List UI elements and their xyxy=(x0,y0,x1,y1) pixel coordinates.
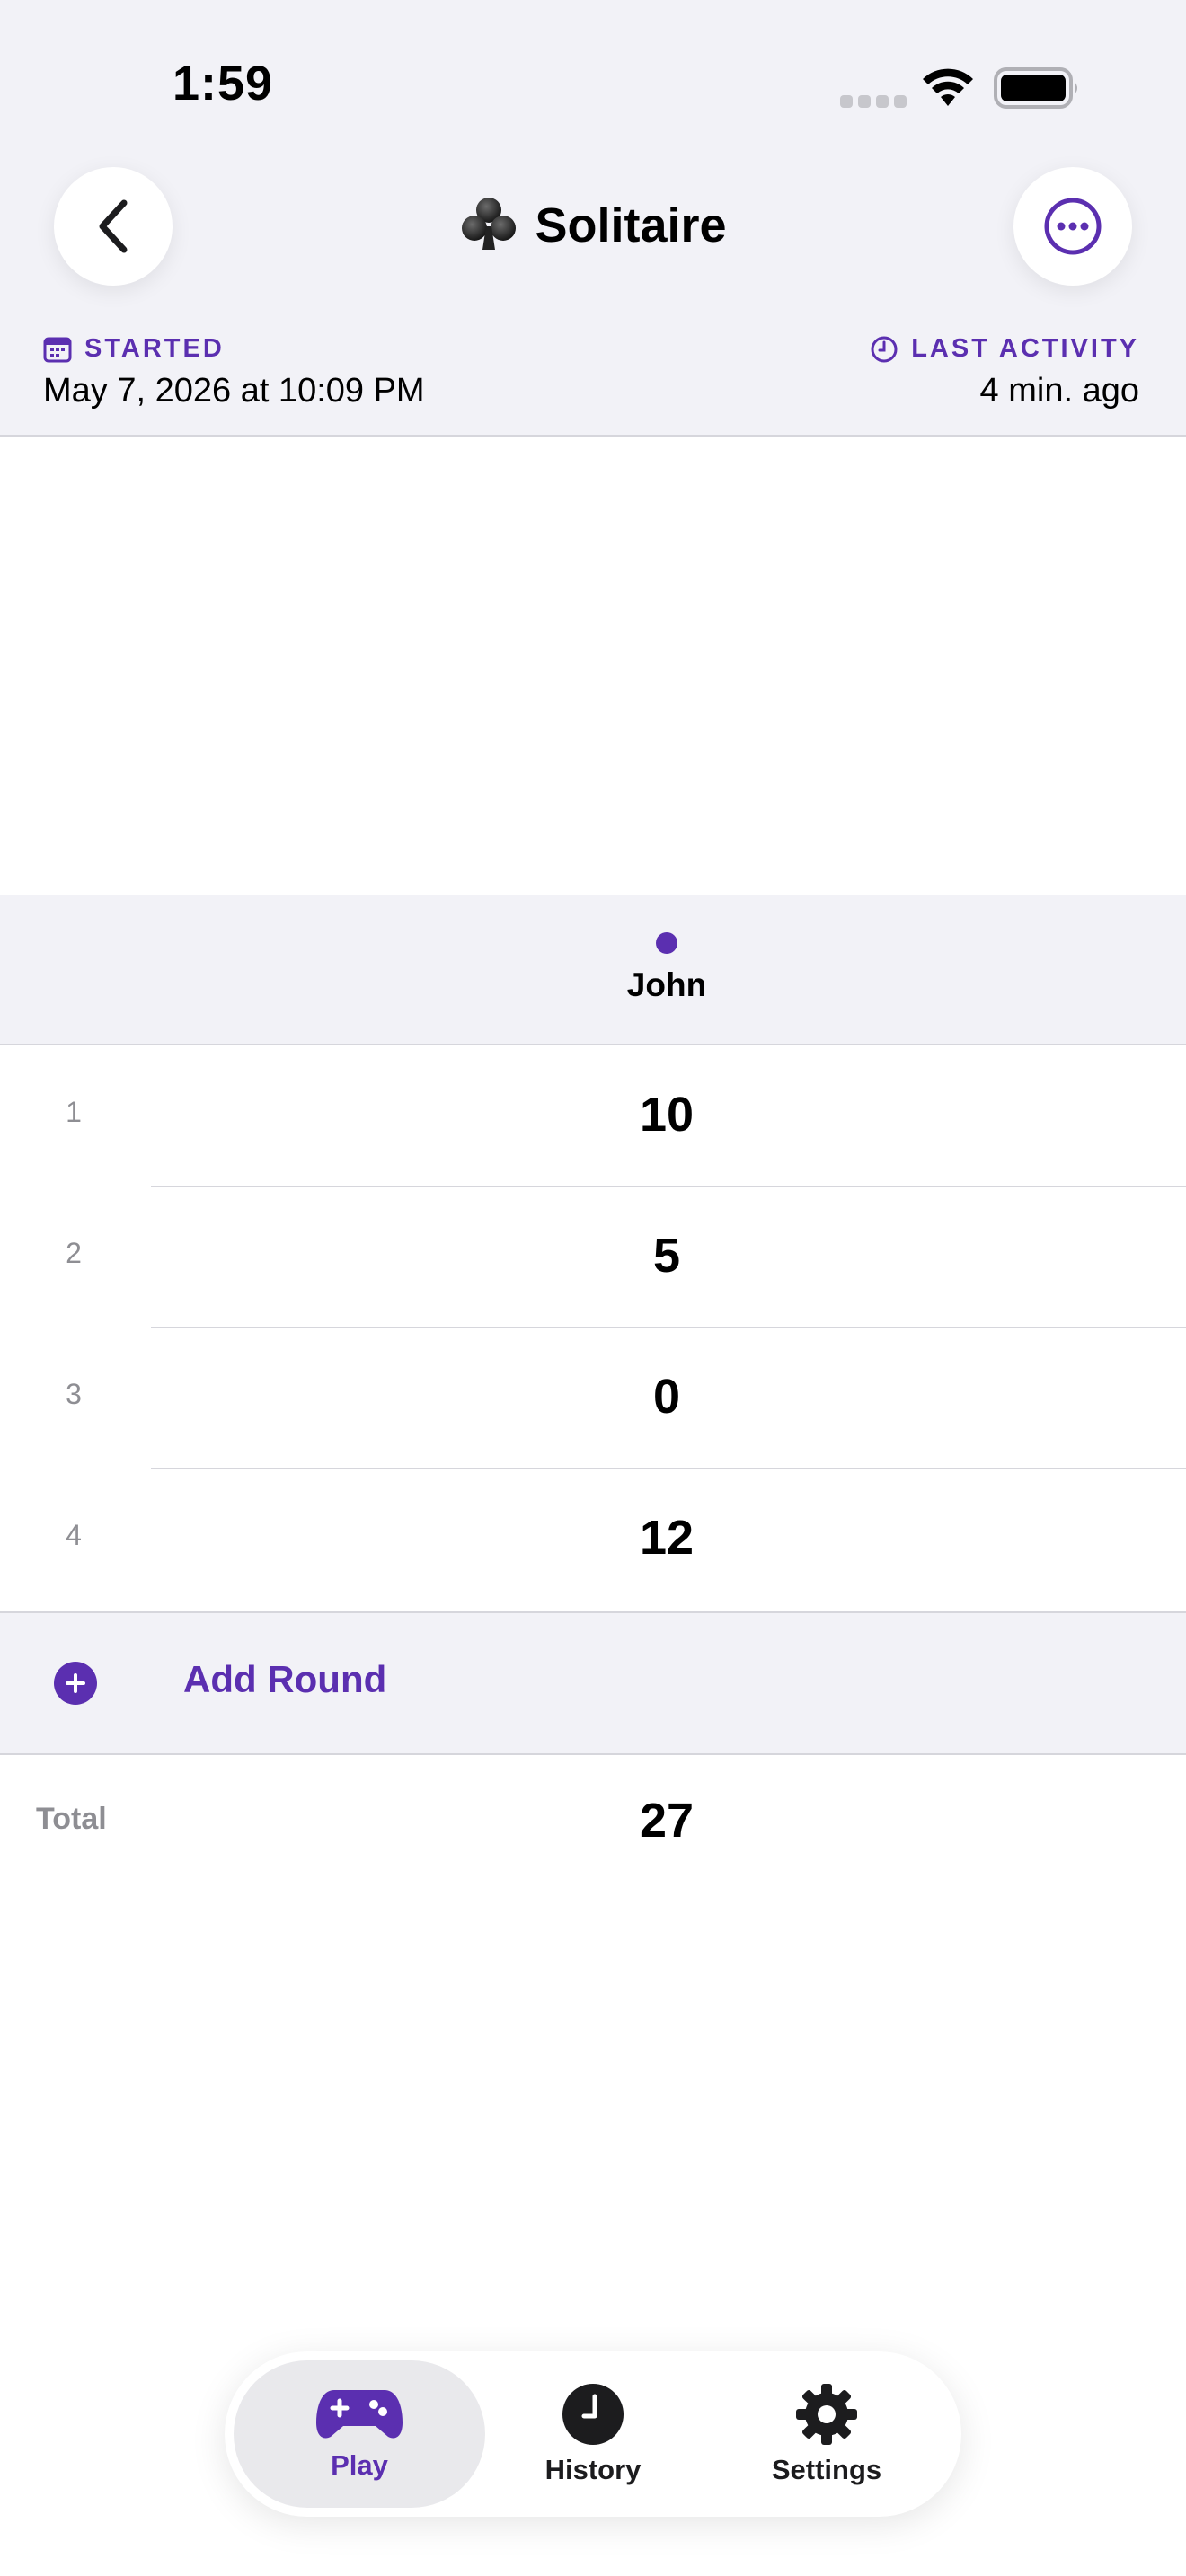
more-options-button[interactable] xyxy=(1013,167,1132,286)
add-round-button[interactable]: Add Round xyxy=(0,1611,1186,1755)
total-value: 27 xyxy=(639,1794,695,1848)
tab-bar: Play History Settings xyxy=(225,2351,961,2517)
round-score[interactable]: 5 xyxy=(577,1228,757,1284)
round-row[interactable]: 3 0 xyxy=(0,1328,1186,1468)
player-name[interactable]: John xyxy=(577,966,757,1004)
last-activity-value: 4 min. ago xyxy=(979,372,1139,410)
round-row[interactable]: 1 10 xyxy=(0,1045,1186,1186)
ellipsis-circle-icon xyxy=(1044,198,1102,255)
round-row[interactable]: 2 5 xyxy=(0,1187,1186,1327)
round-number: 2 xyxy=(66,1237,82,1269)
plus-circle-icon xyxy=(54,1662,97,1705)
last-activity-label-text: LAST ACTIVITY xyxy=(911,334,1139,363)
tab-play-label: Play xyxy=(331,2449,388,2481)
cellular-signal-icon xyxy=(840,95,912,112)
tab-settings-label: Settings xyxy=(771,2454,882,2485)
club-suit-icon xyxy=(459,196,518,255)
page-title: Solitaire xyxy=(535,198,727,252)
battery-icon xyxy=(994,67,1077,109)
status-icons xyxy=(827,61,1186,115)
round-score[interactable]: 10 xyxy=(577,1087,757,1142)
started-value: May 7, 2026 at 10:09 PM xyxy=(43,372,425,410)
tab-history-label: History xyxy=(544,2454,642,2485)
wifi-icon xyxy=(923,68,973,106)
round-number: 3 xyxy=(66,1378,82,1410)
last-activity-label: LAST ACTIVITY xyxy=(870,334,1139,364)
tab-play[interactable]: Play xyxy=(234,2360,485,2508)
started-label-text: STARTED xyxy=(84,334,225,363)
round-number: 1 xyxy=(66,1096,82,1128)
tab-history[interactable]: History xyxy=(467,2360,719,2508)
round-score[interactable]: 12 xyxy=(577,1510,757,1566)
round-row[interactable]: 4 12 xyxy=(0,1469,1186,1609)
gear-icon xyxy=(796,2384,857,2445)
clock-icon xyxy=(562,2384,624,2445)
add-round-label: Add Round xyxy=(183,1658,387,1700)
status-time: 1:59 xyxy=(173,57,274,110)
round-number: 4 xyxy=(66,1519,82,1551)
tab-settings[interactable]: Settings xyxy=(701,2360,952,2508)
started-label: STARTED xyxy=(43,334,225,364)
clock-icon xyxy=(871,336,898,362)
calendar-icon xyxy=(43,337,72,362)
total-label: Total xyxy=(36,1802,107,1836)
player-color-dot xyxy=(656,932,677,954)
round-score[interactable]: 0 xyxy=(577,1369,757,1425)
page-title-container: Solitaire xyxy=(0,196,1186,255)
gamepad-icon xyxy=(316,2390,403,2439)
